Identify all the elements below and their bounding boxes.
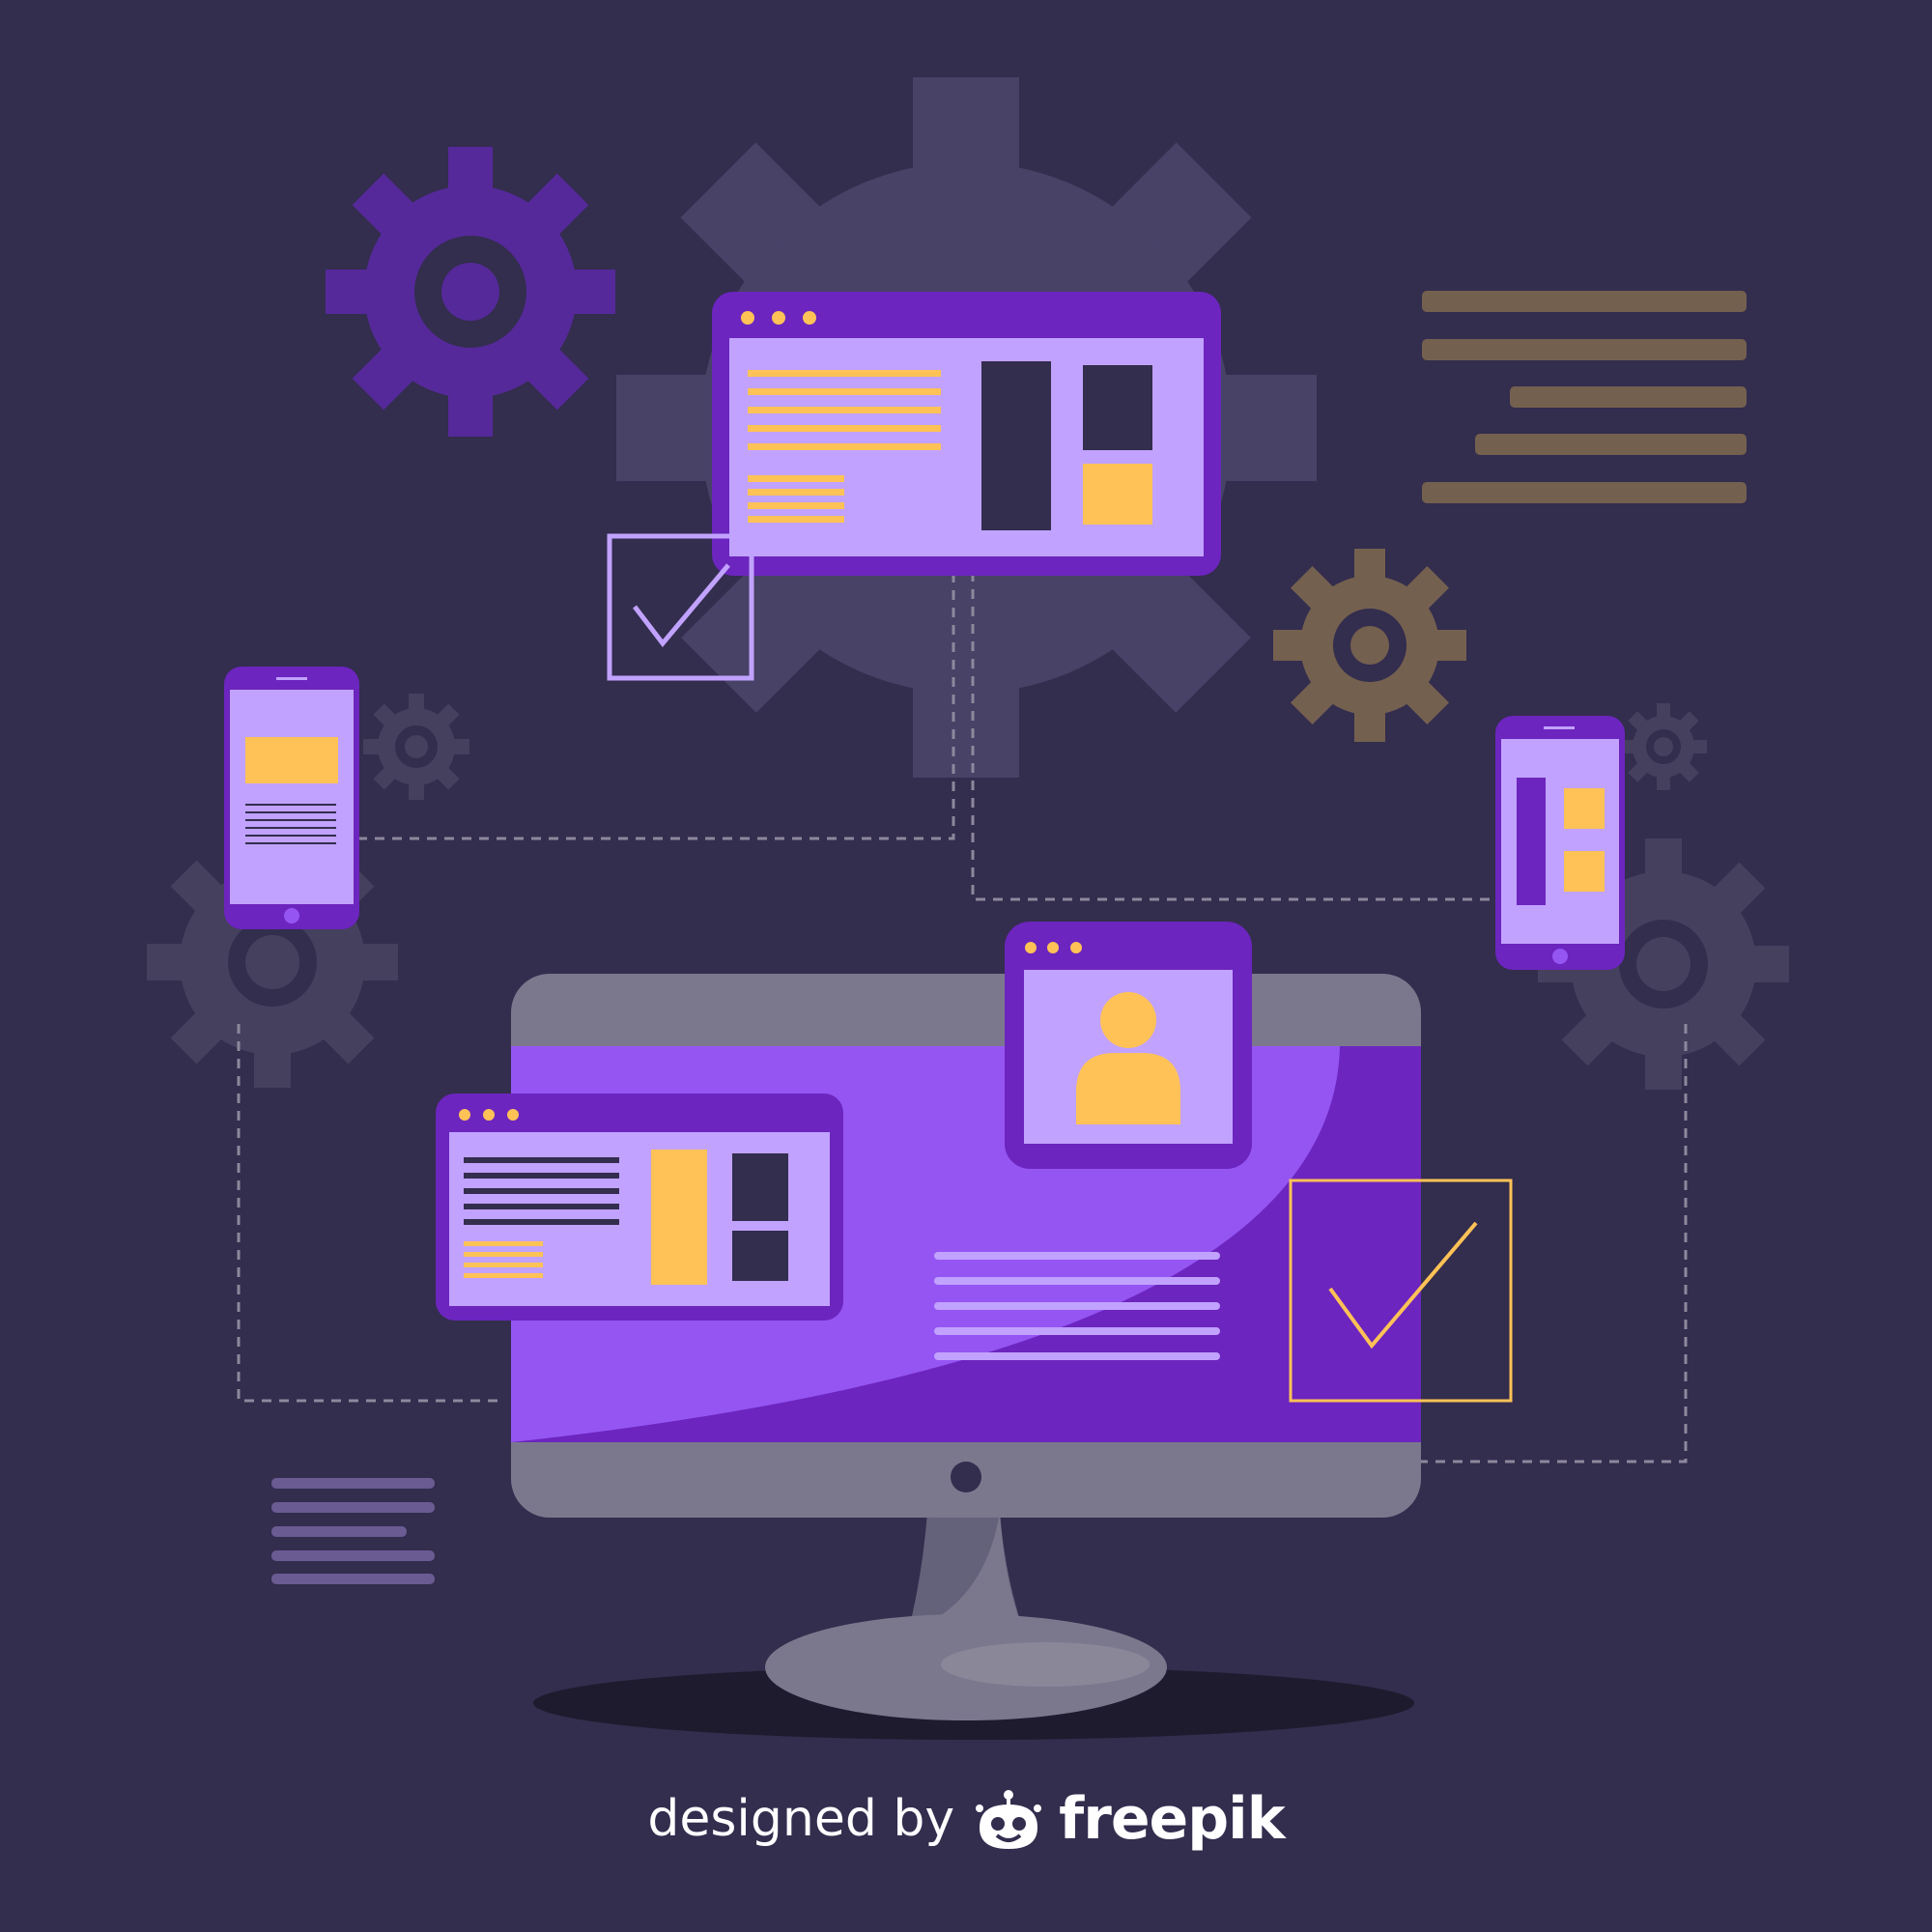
freepik-logo-icon bbox=[970, 1785, 1047, 1853]
window-dot bbox=[483, 1109, 495, 1121]
browser-window-bottom bbox=[436, 1094, 843, 1321]
window-dot bbox=[459, 1109, 470, 1121]
user-profile-window bbox=[1005, 922, 1252, 1169]
window-dot bbox=[741, 311, 754, 325]
designer-credit: designed by freepik bbox=[0, 1776, 1932, 1862]
small-gear-right-icon bbox=[1620, 703, 1707, 790]
phone-right bbox=[1495, 716, 1625, 970]
credit-lead-text: designed by bbox=[647, 1790, 955, 1848]
phone-left bbox=[224, 667, 359, 929]
home-button bbox=[1552, 949, 1568, 964]
window-dot bbox=[803, 311, 816, 325]
browser-window-top bbox=[712, 292, 1221, 576]
credit-brand-text: freepik bbox=[1059, 1785, 1285, 1853]
window-dot bbox=[1047, 942, 1059, 953]
brown-gear-icon bbox=[1273, 549, 1466, 742]
window-dot bbox=[507, 1109, 519, 1121]
home-button bbox=[284, 908, 299, 923]
illustration bbox=[0, 0, 1932, 1932]
window-dot bbox=[1070, 942, 1082, 953]
window-dot bbox=[772, 311, 785, 325]
window-dot bbox=[1025, 942, 1037, 953]
camera-dot bbox=[951, 1462, 981, 1492]
small-gear-left-icon bbox=[363, 694, 469, 800]
purple-gear-icon bbox=[326, 147, 615, 437]
